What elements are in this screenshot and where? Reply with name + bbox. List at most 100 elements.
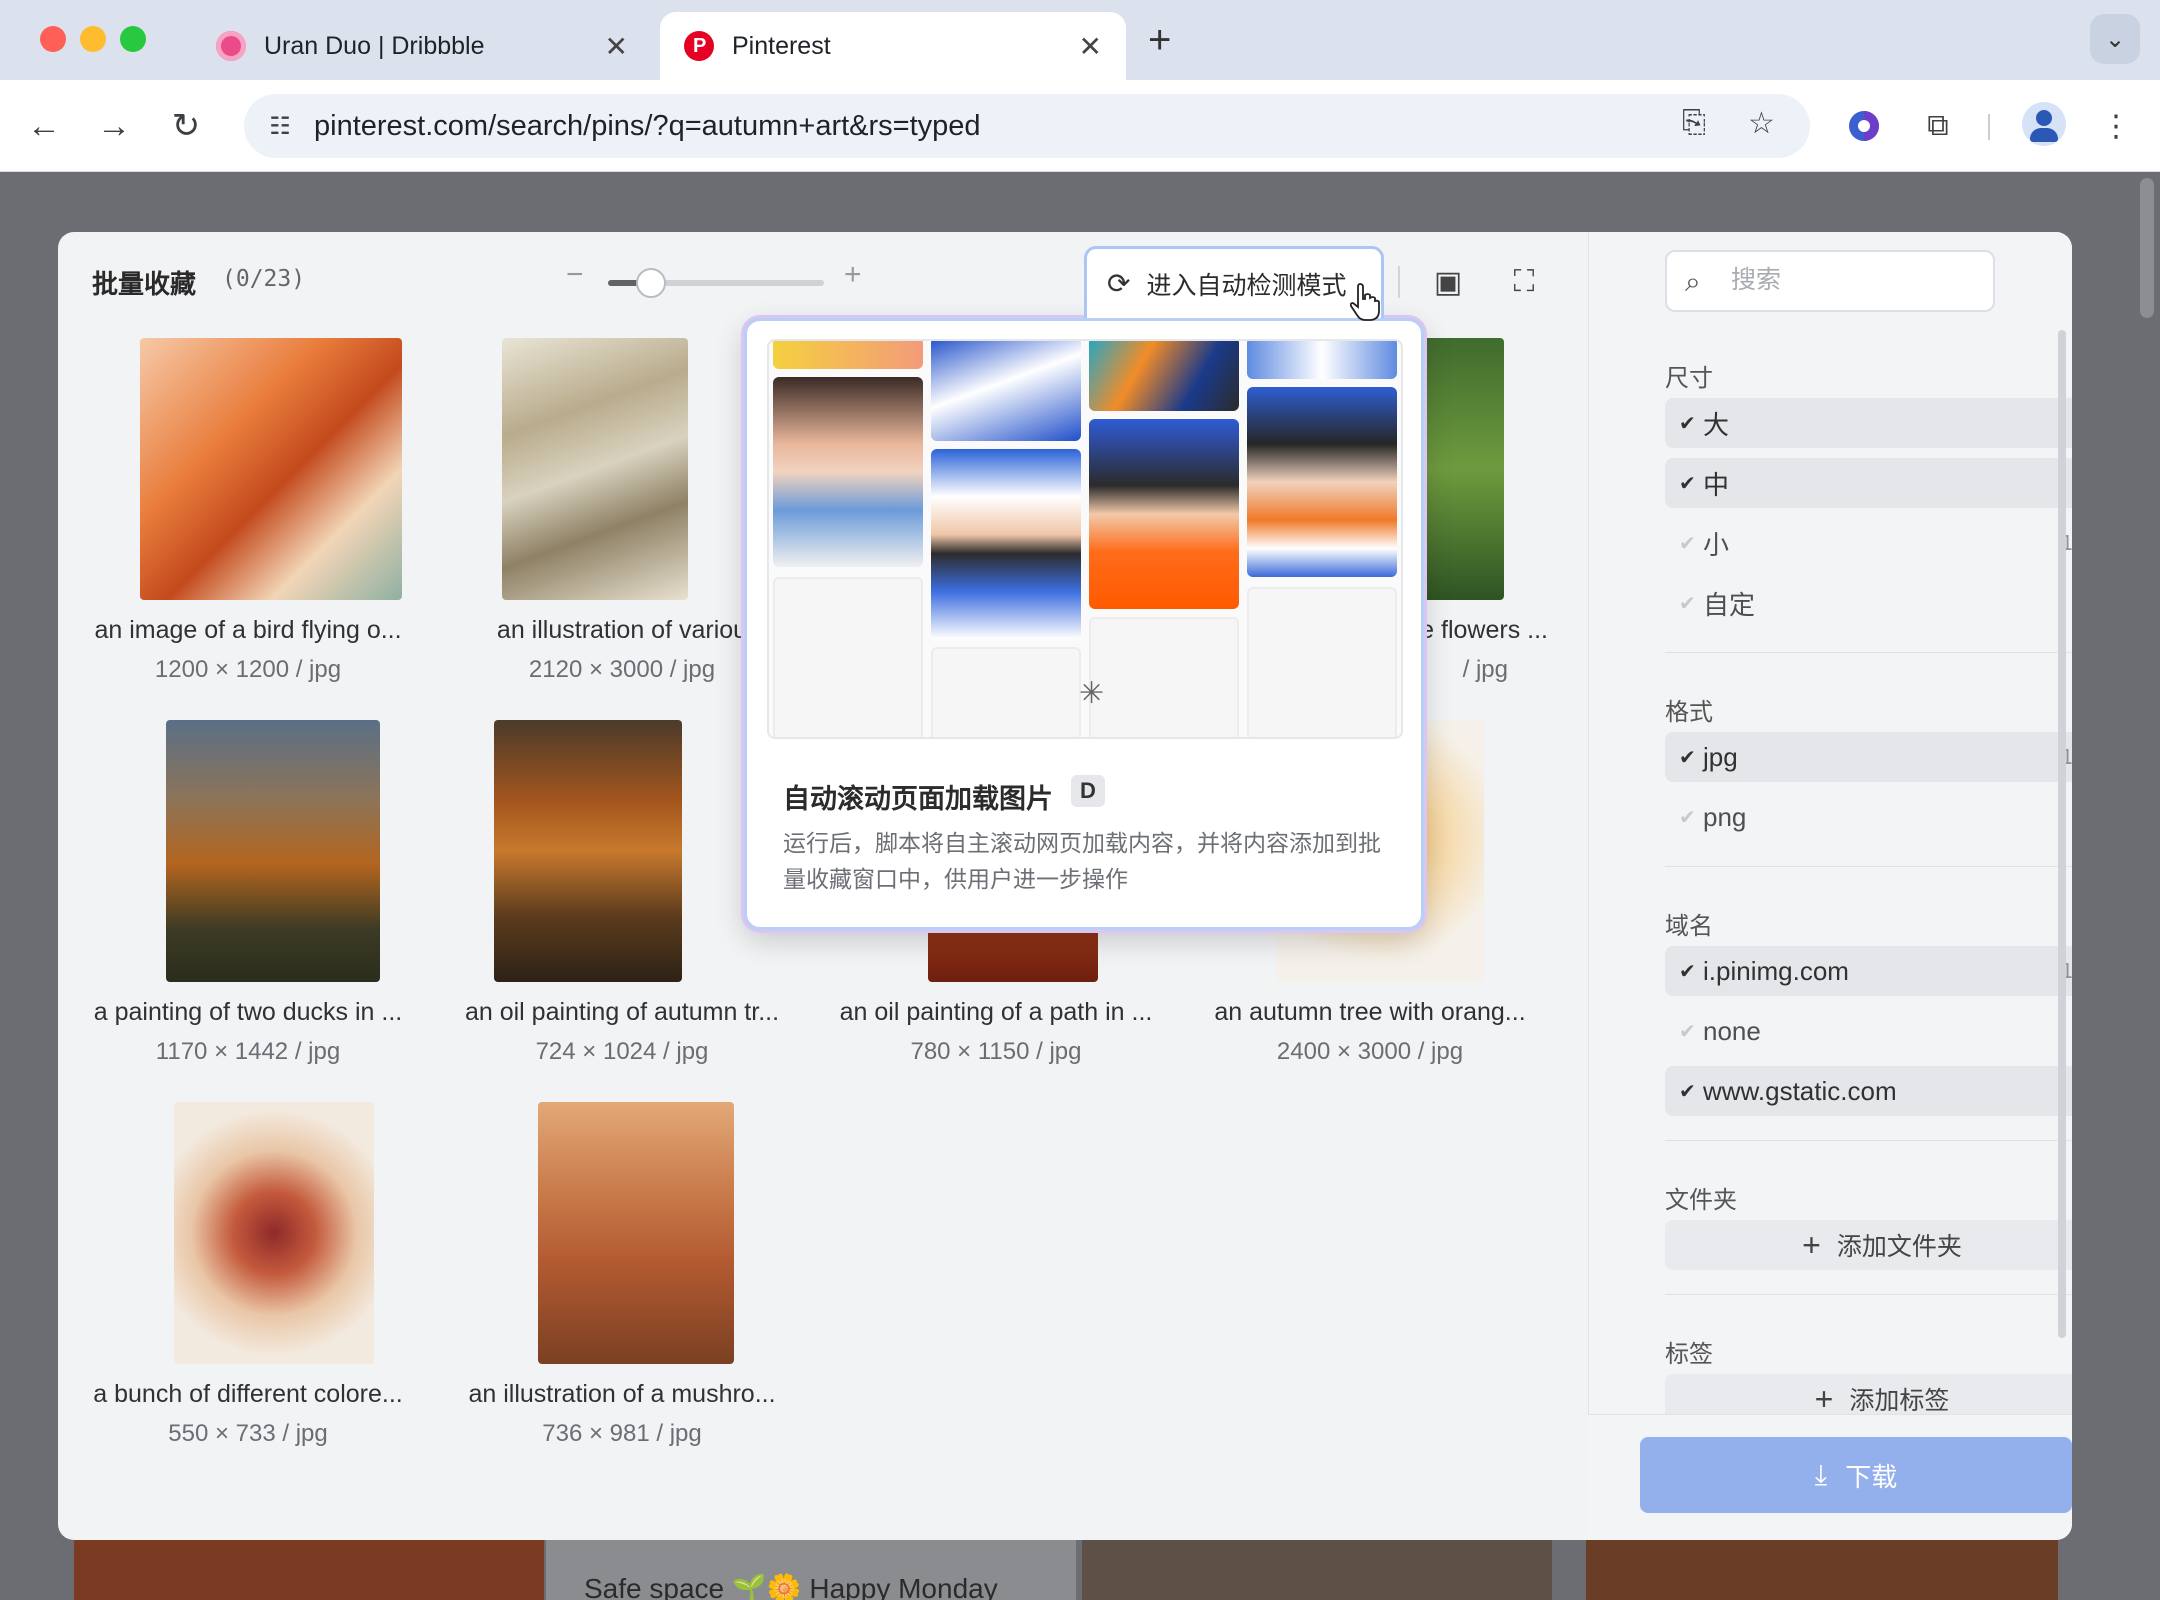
install-app-icon[interactable]: ⎘ <box>1682 106 1706 140</box>
preview-tile <box>1247 341 1397 379</box>
auto-scroll-popover: ✳ 自动滚动页面加载图片 D 运行后，脚本将自主滚动网页加载内容，并将内容添加到… <box>744 318 1424 930</box>
image-card[interactable]: a bunch of different colore... 550 × 733… <box>68 1102 428 1472</box>
image-caption: an autumn tree with orang... <box>1214 998 1526 1026</box>
filter-domain-gstatic[interactable]: ✔ www.gstatic.com 0 <box>1665 1066 2072 1116</box>
extension-colorful-icon[interactable] <box>1840 102 1888 150</box>
check-icon: ✔ <box>1679 806 1696 829</box>
site-settings-icon[interactable]: ☷ <box>262 108 298 144</box>
add-folder-button[interactable]: + 添加文件夹 <box>1665 1220 2072 1270</box>
filter-domain-pinimg[interactable]: ✔ i.pinimg.com 16 <box>1665 946 2072 996</box>
tab-bar: Uran Duo | Dribbble ✕ Pinterest ✕ + ⌄ <box>0 0 2160 80</box>
format-heading: 格式 <box>1665 699 1713 726</box>
close-window-button[interactable] <box>40 26 66 52</box>
filter-label: png <box>1703 801 1747 832</box>
image-caption: an illustration of a mushro... <box>468 1380 776 1408</box>
filter-size-custom[interactable]: ✔ 自定 <box>1665 578 2072 628</box>
filter-label: jpg <box>1703 741 1738 772</box>
select-all-icon[interactable]: ▣ <box>1426 260 1470 304</box>
preview-illustration: ✳ <box>767 339 1403 739</box>
reload-icon[interactable]: ↻ <box>162 102 210 150</box>
preview-tile <box>1089 419 1239 609</box>
background-pin <box>74 1540 544 1600</box>
download-button[interactable]: ⤓ 下载 <box>1640 1437 2072 1513</box>
image-card[interactable]: a painting of two ducks in ... 1170 × 14… <box>68 720 428 1090</box>
popover-title: 自动滚动页面加载图片 <box>783 784 1053 814</box>
refresh-icon: ⟳ <box>1107 268 1131 299</box>
image-thumbnail[interactable] <box>174 1102 374 1364</box>
tab-pinterest[interactable]: Pinterest ✕ <box>660 12 1126 80</box>
preview-tile <box>773 341 923 369</box>
sidebar-search[interactable]: ⌕ <box>1665 250 1995 312</box>
tags-heading: 标签 <box>1665 1341 1713 1368</box>
image-meta: 1200 × 1200 / jpg <box>154 656 342 683</box>
filter-format-png[interactable]: ✔ png 1 <box>1665 792 2072 842</box>
image-card[interactable]: an image of a bird flying o... 1200 × 12… <box>68 338 428 708</box>
background-pin-title: Safe space 🌱🌼 Happy Monday <box>584 1573 998 1600</box>
check-icon: ✔ <box>1679 472 1696 495</box>
dribbble-icon <box>216 31 246 61</box>
loading-spinner-icon: ✳ <box>1079 677 1105 710</box>
filter-label: www.gstatic.com <box>1703 1075 1897 1106</box>
filter-size-small[interactable]: ✔ 小 11 <box>1665 518 2072 568</box>
section-divider <box>1665 866 2072 867</box>
filter-size-medium[interactable]: ✔ 中 2 <box>1665 458 2072 508</box>
url-text[interactable]: pinterest.com/search/pins/?q=autumn+art&… <box>314 110 981 143</box>
image-thumbnail[interactable] <box>1414 338 1504 600</box>
image-meta: 1170 × 1442 / jpg <box>155 1038 341 1065</box>
zoom-in-button[interactable]: + <box>844 258 862 292</box>
tab-dribbble[interactable]: Uran Duo | Dribbble ✕ <box>192 12 652 80</box>
filter-size-large[interactable]: ✔ 大 8 <box>1665 398 2072 448</box>
section-divider <box>1665 652 2072 653</box>
auto-detect-mode-button[interactable]: ⟳ 进入自动检测模式 <box>1084 246 1384 318</box>
section-divider <box>1665 1294 2072 1295</box>
search-input[interactable] <box>1731 266 1981 295</box>
image-thumbnail[interactable] <box>494 720 682 982</box>
selection-count: (0/23) <box>222 266 306 292</box>
filter-sidebar: ⌕ 尺寸 ✔ 大 8 ✔ 中 2 ✔ 小 11 ✔ 自定 格式 ✔ jpg <box>1588 232 2072 1540</box>
preview-tile <box>931 449 1081 639</box>
download-icon: ⤓ <box>1814 1458 1828 1490</box>
page-scrollbar[interactable] <box>2140 178 2154 318</box>
zoom-slider[interactable] <box>608 268 824 298</box>
address-bar[interactable]: ☷ pinterest.com/search/pins/?q=autumn+ar… <box>244 94 1810 158</box>
forward-icon[interactable]: → <box>90 102 138 150</box>
toolbar-divider <box>1398 266 1400 298</box>
image-thumbnail[interactable] <box>166 720 380 982</box>
image-thumbnail[interactable] <box>140 338 402 600</box>
image-caption: an image of a bird flying o... <box>94 616 402 644</box>
check-icon: ✔ <box>1679 1020 1696 1043</box>
close-tab-icon[interactable]: ✕ <box>605 30 628 63</box>
image-meta: 550 × 733 / jpg <box>168 1420 328 1447</box>
preview-tile-placeholder <box>931 647 1081 737</box>
image-card[interactable]: an illustration of a mushro... 736 × 981… <box>442 1102 802 1472</box>
profile-avatar[interactable] <box>2022 102 2066 146</box>
close-tab-icon[interactable]: ✕ <box>1079 30 1102 63</box>
bookmark-star-icon[interactable]: ☆ <box>1748 106 1775 141</box>
filter-label: 中 <box>1703 469 1730 500</box>
preview-tile-placeholder <box>1247 587 1397 737</box>
domain-heading: 域名 <box>1665 913 1713 940</box>
image-thumbnail[interactable] <box>538 1102 734 1364</box>
search-icon: ⌕ <box>1685 266 1701 297</box>
zoom-slider-thumb[interactable] <box>636 268 667 298</box>
background-pin <box>1082 1540 1552 1600</box>
more-menu-icon[interactable]: ⋮ <box>2092 102 2140 150</box>
zoom-out-button[interactable]: − <box>566 258 584 292</box>
back-icon[interactable]: ← <box>20 102 68 150</box>
check-icon: ✔ <box>1679 532 1696 555</box>
preview-tile-placeholder <box>1089 617 1239 737</box>
image-meta: 736 × 981 / jpg <box>542 1420 702 1447</box>
tab-search-chevron-icon[interactable]: ⌄ <box>2090 14 2140 64</box>
filter-format-jpg[interactable]: ✔ jpg 10 <box>1665 732 2072 782</box>
maximize-window-button[interactable] <box>120 26 146 52</box>
new-tab-button[interactable]: + <box>1148 18 1171 63</box>
screenshot-capture-icon[interactable]: ⛶ <box>1502 260 1546 304</box>
check-icon: ✔ <box>1679 412 1696 435</box>
folder-heading: 文件夹 <box>1665 1187 1737 1214</box>
filter-domain-none[interactable]: ✔ none 5 <box>1665 1006 2072 1056</box>
shortcut-key-badge: D <box>1071 775 1105 807</box>
image-thumbnail[interactable] <box>502 338 688 600</box>
extensions-puzzle-icon[interactable]: ⧉ <box>1914 102 1962 150</box>
sidebar-scrollbar[interactable] <box>2058 330 2066 1338</box>
minimize-window-button[interactable] <box>80 26 106 52</box>
